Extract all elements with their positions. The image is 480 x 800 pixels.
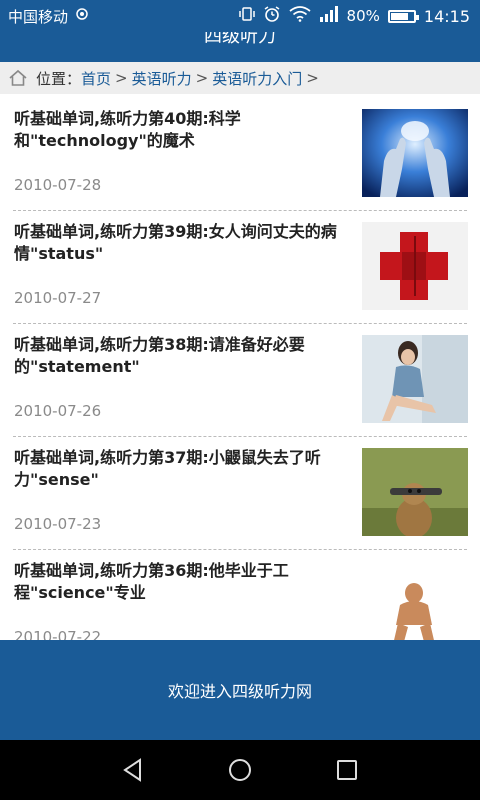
battery-icon (387, 9, 419, 23)
breadcrumb: 位置： 首页 > 英语听力 > 英语听力入门 > (0, 62, 480, 94)
home-button[interactable] (216, 746, 264, 794)
article-item[interactable]: 听基础单词,练听力第37期:小鼹鼠失去了听力"sense" 2010-07-23 (13, 437, 468, 550)
article-item[interactable]: 听基础单词,练听力第36期:他毕业于工程"science"专业 2010-07-… (13, 550, 468, 640)
breadcrumb-link-home[interactable]: 首页 (81, 68, 111, 89)
article-item[interactable]: 听基础单词,练听力第39期:女人询问丈夫的病情"status" 2010-07-… (13, 211, 468, 324)
recents-icon (336, 760, 357, 780)
article-date: 2010-07-28 (14, 176, 102, 194)
banner-text[interactable]: 欢迎进入四级听力网 (168, 678, 312, 702)
alarm-icon (263, 5, 281, 27)
breadcrumb-prefix: 位置： (36, 69, 82, 88)
back-button[interactable] (109, 746, 157, 794)
status-bar: 中国移动 80% 14:15 (0, 0, 480, 32)
hotspot-icon (74, 6, 90, 26)
breadcrumb-link-intro[interactable]: 英语听力入门 (212, 68, 302, 89)
recents-button[interactable] (323, 746, 371, 794)
gopher-image[interactable] (362, 448, 468, 536)
carrier-label: 中国移动 (8, 7, 69, 26)
welcome-banner[interactable]: 欢迎进入四级听力网 (0, 640, 480, 740)
breadcrumb-link-english[interactable]: 英语听力 (132, 68, 192, 89)
battery-fill (390, 12, 409, 20)
article-date: 2010-07-27 (14, 289, 102, 307)
home-icon[interactable] (8, 68, 28, 88)
article-title[interactable]: 听基础单词,练听力第39期:女人询问丈夫的病情"status" (14, 221, 349, 265)
breadcrumb-separator: > (115, 69, 128, 87)
article-title[interactable]: 听基础单词,练听力第36期:他毕业于工程"science"专业 (14, 560, 349, 604)
breadcrumb-separator: > (195, 69, 209, 87)
app-header: 四级听力 (0, 32, 480, 62)
breadcrumb-separator: > (306, 69, 319, 87)
home-circle-icon (228, 759, 251, 781)
article-item[interactable]: 听基础单词,练听力第40期:科学和"technology"的魔术 2010-07… (13, 98, 468, 211)
article-title[interactable]: 听基础单词,练听力第38期:请准备好必要的"statement" (14, 334, 349, 378)
article-item[interactable]: 听基础单词,练听力第38期:请准备好必要的"statement" 2010-07… (13, 324, 468, 437)
robot-hands-image[interactable] (362, 109, 468, 197)
signal-icon (319, 6, 339, 26)
article-list: 听基础单词,练听力第40期:科学和"technology"的魔术 2010-07… (0, 98, 480, 640)
battery-percent: 80% (346, 7, 380, 25)
woman-sitting-image[interactable] (362, 335, 468, 423)
vibrate-icon (238, 6, 255, 26)
clock: 14:15 (423, 6, 470, 26)
runner-image[interactable] (362, 561, 468, 640)
article-title[interactable]: 听基础单词,练听力第40期:科学和"technology"的魔术 (14, 108, 349, 152)
article-date: 2010-07-23 (14, 515, 102, 533)
back-icon (123, 758, 142, 782)
article-date: 2010-07-22 (14, 628, 102, 640)
article-title[interactable]: 听基础单词,练听力第37期:小鼹鼠失去了听力"sense" (14, 447, 349, 491)
red-cross-cabinet-image[interactable] (362, 222, 468, 310)
page-title: 四级听力 (204, 32, 276, 47)
wifi-icon (288, 6, 311, 26)
system-nav-bar (0, 740, 480, 800)
article-date: 2010-07-26 (14, 402, 102, 420)
